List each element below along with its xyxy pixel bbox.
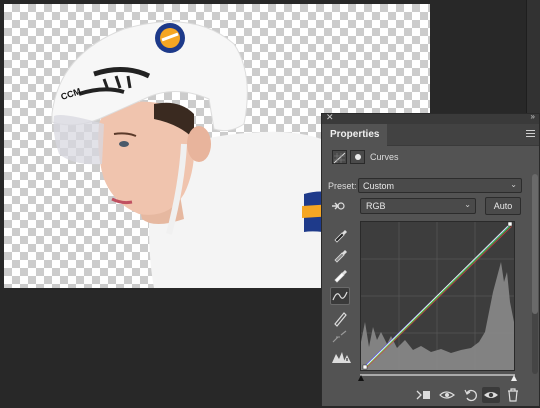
- clipping-warning-icon[interactable]: [330, 348, 351, 366]
- channel-value: RGB: [366, 201, 386, 211]
- preset-value: Custom: [363, 181, 395, 191]
- layer-mask-icon[interactable]: [350, 150, 365, 164]
- panel-title-bar: ✕ »: [322, 112, 539, 124]
- black-point-eyedropper-icon[interactable]: [330, 225, 350, 243]
- panel-scrollbar[interactable]: [532, 174, 538, 374]
- close-icon[interactable]: ✕: [326, 112, 334, 123]
- pencil-icon[interactable]: [330, 309, 350, 327]
- adjustment-title: Curves: [370, 152, 399, 162]
- gray-point-eyedropper-icon[interactable]: [330, 245, 350, 263]
- curves-adjustment-icon[interactable]: [332, 150, 347, 164]
- smooth-icon[interactable]: [330, 328, 350, 346]
- black-point-slider[interactable]: [358, 375, 364, 381]
- curves-histogram: [361, 222, 514, 370]
- panel-menu-icon[interactable]: [526, 130, 535, 138]
- clip-to-layer-icon[interactable]: [414, 387, 432, 403]
- adjustment-header: Curves: [322, 147, 532, 169]
- trash-icon[interactable]: [504, 387, 522, 403]
- reset-icon[interactable]: [462, 387, 480, 403]
- curves-graph[interactable]: [360, 221, 515, 371]
- target-adjust-icon[interactable]: [330, 198, 346, 214]
- properties-panel: ✕ » Properties Curves Preset: Custom ⌄ R…: [321, 112, 540, 406]
- white-point-eyedropper-icon[interactable]: [330, 265, 350, 283]
- panel-footer: [322, 384, 539, 406]
- collapse-icon[interactable]: »: [531, 112, 536, 121]
- auto-button[interactable]: Auto: [485, 197, 521, 215]
- view-previous-icon[interactable]: [438, 387, 456, 403]
- chevron-down-icon: ⌄: [510, 180, 517, 189]
- input-levels-gradient: [360, 374, 515, 376]
- panel-tab-bar: Properties: [322, 124, 539, 146]
- curve-point-mode-icon[interactable]: [330, 287, 350, 305]
- white-point-slider[interactable]: [511, 375, 517, 381]
- tab-properties[interactable]: Properties: [322, 124, 388, 146]
- scrollbar-thumb[interactable]: [532, 174, 538, 314]
- preset-label: Preset:: [328, 181, 357, 191]
- visibility-eye-icon[interactable]: [482, 387, 500, 403]
- preset-dropdown[interactable]: Custom ⌄: [358, 178, 522, 193]
- channel-dropdown[interactable]: RGB ⌄: [360, 198, 476, 214]
- chevron-down-icon: ⌄: [464, 200, 471, 209]
- workspace: CCM ✕ » Properties Curves Preset: Custom…: [0, 0, 540, 406]
